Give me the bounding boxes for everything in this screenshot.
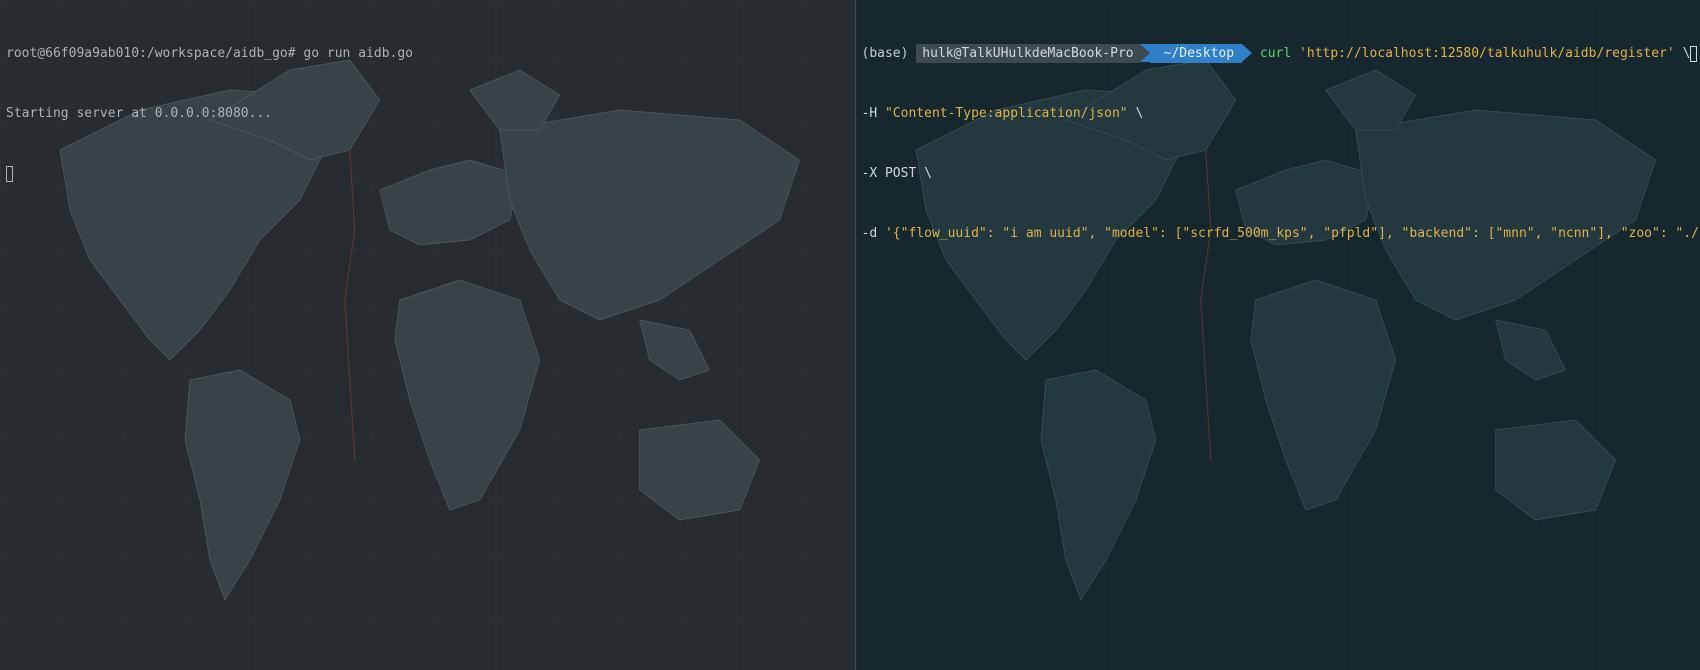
left-output-line: Starting server at 0.0.0.0:8080... (6, 106, 273, 121)
left-terminal-pane[interactable]: root@66f09a9ab010:/workspace/aidb_go# go… (0, 0, 855, 670)
data-value: '{"flow_uuid": "i am uuid", "model": ["s… (884, 226, 1700, 241)
header-value: "Content-Type:application/json" (884, 106, 1128, 121)
right-terminal-pane[interactable]: (base) hulk@TalkUHulkdeMacBook-Pro ~/Desk… (855, 0, 1700, 670)
curl-url: 'http://localhost:12580/talkuhulk/aidb/r… (1299, 46, 1675, 61)
header-line: -H "Content-Type:application/json" \ (862, 104, 1695, 124)
right-terminal-output: (base) hulk@TalkUHulkdeMacBook-Pro ~/Desk… (861, 4, 1700, 284)
prompt-end-arrow-icon (1242, 44, 1253, 62)
left-prompt: root@66f09a9ab010:/workspace/aidb_go# (6, 46, 296, 61)
header-flag: -H (861, 106, 878, 121)
line-continuation: \ (1682, 46, 1691, 61)
right-cursor (1690, 45, 1698, 62)
left-prompt-line: root@66f09a9ab010:/workspace/aidb_go# go… (6, 44, 849, 64)
data-flag: -d (861, 226, 878, 241)
data-line: -d '{"flow_uuid": "i am uuid", "model": … (861, 224, 1700, 244)
conda-env: (base) (861, 46, 909, 61)
prompt-cwd: ~/Desktop (1149, 44, 1243, 63)
header-continuation: \ (1135, 106, 1144, 121)
prompt-separator-icon (1139, 44, 1150, 62)
desktop-screen: root@66f09a9ab010:/workspace/aidb_go# go… (0, 0, 1700, 670)
left-terminal-output: root@66f09a9ab010:/workspace/aidb_go# go… (6, 4, 849, 224)
left-command: go run aidb.go (303, 46, 413, 61)
curl-command: curl (1259, 46, 1292, 61)
left-cursor (6, 165, 13, 182)
method-line: -X POST \ (861, 166, 932, 181)
right-prompt-line: (base) hulk@TalkUHulkdeMacBook-Pro ~/Desk… (861, 44, 1698, 64)
prompt-user-host: hulk@TalkUHulkdeMacBook-Pro (916, 44, 1140, 63)
left-cursor-line (6, 164, 849, 184)
